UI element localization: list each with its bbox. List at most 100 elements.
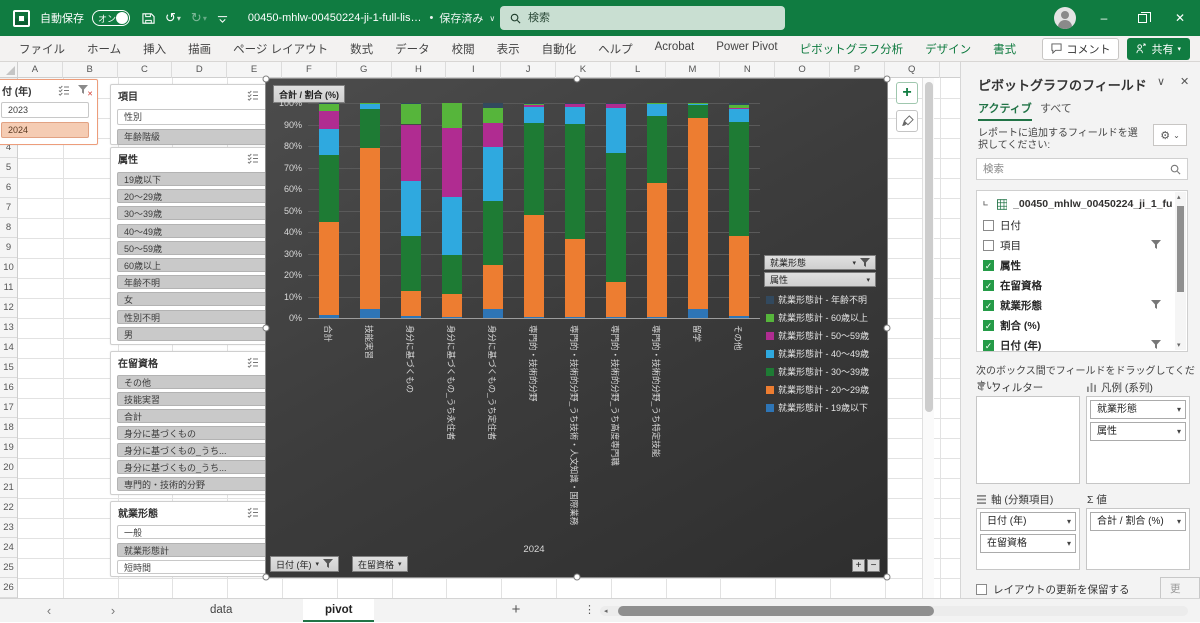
row-headers[interactable]: 1234567891011121314151617181920212223242… [0,78,18,598]
area-chip-合計 / 割合 (%)[interactable]: 合計 / 割合 (%)▾ [1090,512,1186,531]
field-row-日付 (年)[interactable]: ✓ 日付 (年) [983,335,1173,352]
chart-selection-handle[interactable] [574,76,581,83]
field-checkbox[interactable]: ✓ [983,260,994,271]
field-list-scrollbar[interactable]: ▴ ▾ [1175,192,1186,350]
ribbon-tab-データ[interactable]: データ [384,37,441,61]
autosave-toggle[interactable]: オン [92,10,130,26]
slicer-item-60歳以上[interactable]: 60歳以上 [117,258,278,272]
row-header-7[interactable]: 7 [0,198,17,218]
axis-field-button-在留資格[interactable]: 在留資格▾ [352,556,408,572]
row-header-8[interactable]: 8 [0,218,17,238]
column-header-O[interactable]: O [775,62,830,78]
restore-button[interactable] [1124,0,1160,36]
select-all-corner[interactable] [0,62,18,78]
field-list[interactable]: ▴ ▾ _00450_mhlw_00450224_ji_1_fu... 日付 項… [976,190,1188,352]
slicer-項目[interactable]: 項目✕性別年齢階級 [110,84,287,145]
ribbon-tab-描画[interactable]: 描画 [177,37,222,61]
column-header-N[interactable]: N [720,62,775,78]
field-checkbox[interactable]: ✓ [983,340,994,351]
multi-select-icon[interactable] [247,507,260,518]
close-button[interactable]: ✕ [1162,0,1198,36]
row-header-14[interactable]: 14 [0,338,17,358]
field-checkbox[interactable]: ✓ [983,320,994,331]
ribbon-tab-ホーム[interactable]: ホーム [76,37,132,61]
vertical-scrollbar[interactable] [922,78,934,598]
multi-select-icon[interactable] [247,153,260,164]
tools-gear-button[interactable]: ⚙⌄ [1153,124,1187,146]
slicer-就業形態[interactable]: 就業形態✕一般就業形態計短時間 [110,501,287,577]
ribbon-tab-表示[interactable]: 表示 [486,37,531,61]
area-chip-日付 (年)[interactable]: 日付 (年)▾ [980,512,1076,531]
row-header-13[interactable]: 13 [0,318,17,338]
column-header-E[interactable]: E [227,62,282,78]
account-avatar[interactable] [1050,0,1080,36]
horizontal-scrollbar[interactable]: ◂ [600,606,1188,616]
field-list-scrollbar-thumb[interactable] [1177,206,1184,292]
ribbon-tab-数式[interactable]: 数式 [339,37,384,61]
row-header-12[interactable]: 12 [0,298,17,318]
field-search-box[interactable] [976,158,1188,180]
row-header-6[interactable]: 6 [0,178,17,198]
slicer-item-2023[interactable]: 2023 [1,102,89,118]
field-row-項目[interactable]: 項目 [983,235,1173,255]
row-header-10[interactable]: 10 [0,258,17,278]
column-header-K[interactable]: K [556,62,611,78]
field-row-就業形態[interactable]: ✓ 就業形態 [983,295,1173,315]
ribbon-tab-自動化[interactable]: 自動化 [531,37,588,61]
area-chip-属性[interactable]: 属性▾ [1090,422,1186,441]
values-area-box[interactable]: 合計 / 割合 (%)▾ [1086,508,1190,570]
pane-tab-すべて[interactable]: すべて [1040,100,1072,116]
axis-field-button-日付 (年)[interactable]: 日付 (年)▾ [270,556,339,572]
slicer-付 (年)[interactable]: 付 (年)✕20232024 [0,79,98,145]
axis-area-box[interactable]: 日付 (年)▾在留資格▾ [976,508,1080,570]
search-box[interactable] [500,6,785,30]
pivot-chart[interactable]: 合計 / 割合 (%)0%10%20%30%40%50%60%70%80%90%… [265,78,888,578]
close-pane-icon[interactable]: ✕ [1180,75,1189,88]
save-icon[interactable] [142,12,155,25]
field-checkbox[interactable]: ✓ [983,280,994,291]
field-row-割合 (%)[interactable]: ✓ 割合 (%) [983,315,1173,335]
field-row-日付[interactable]: 日付 [983,215,1173,235]
ribbon-tab-Power Pivot[interactable]: Power Pivot [705,37,788,61]
row-header-11[interactable]: 11 [0,278,17,298]
vertical-scrollbar-thumb[interactable] [925,82,933,412]
comments-button[interactable]: コメント [1042,38,1119,60]
worksheet-area[interactable]: ABCDEFGHIJKLMNOPQ 1234567891011121314151… [0,62,960,598]
field-row-属性[interactable]: ✓ 属性 [983,255,1173,275]
minimize-button[interactable]: – [1086,0,1122,36]
row-header-20[interactable]: 20 [0,458,17,478]
slicer-item-身分に基づくもの_うち...[interactable]: 身分に基づくもの_うち... [117,443,272,457]
slicer-item-年齢階級[interactable]: 年齢階級 [117,129,278,145]
row-header-5[interactable]: 5 [0,158,17,178]
field-filter-icon[interactable] [1151,240,1161,250]
column-header-P[interactable]: P [830,62,885,78]
ribbon-tab-校閲[interactable]: 校閲 [441,37,486,61]
excel-app-icon[interactable] [13,10,30,27]
field-checkbox[interactable] [983,240,994,251]
qat-customize-icon[interactable] [217,13,228,24]
row-header-17[interactable]: 17 [0,398,17,418]
chart-selection-handle[interactable] [574,574,581,581]
row-header-19[interactable]: 19 [0,438,17,458]
field-checkbox[interactable]: ✓ [983,300,994,311]
chart-zoom-in-button[interactable]: + [852,559,865,572]
sheet-nav-right-icon[interactable]: › [100,599,126,623]
ribbon-tab-ファイル[interactable]: ファイル [8,37,76,61]
column-headers[interactable]: ABCDEFGHIJKLMNOPQ [0,62,960,78]
row-header-23[interactable]: 23 [0,518,17,538]
chart-selection-handle[interactable] [263,76,270,83]
chart-selection-handle[interactable] [884,76,891,83]
slicer-item-専門的・技術的分野[interactable]: 専門的・技術的分野 [117,477,272,491]
row-header-15[interactable]: 15 [0,358,17,378]
chart-selection-handle[interactable] [263,325,270,332]
slicer-item-合計[interactable]: 合計 [117,409,272,423]
pane-tab-アクティブ[interactable]: アクティブ [978,100,1032,121]
slicer-item-技能実習[interactable]: 技能実習 [117,392,272,406]
defer-layout-checkbox[interactable] [976,584,987,595]
slicer-item-40〜49歳[interactable]: 40〜49歳 [117,224,278,238]
search-input[interactable] [528,12,748,24]
column-header-F[interactable]: F [282,62,337,78]
row-header-22[interactable]: 22 [0,498,17,518]
field-search-input[interactable] [983,163,1170,175]
slicer-item-就業形態計[interactable]: 就業形態計 [117,543,278,557]
